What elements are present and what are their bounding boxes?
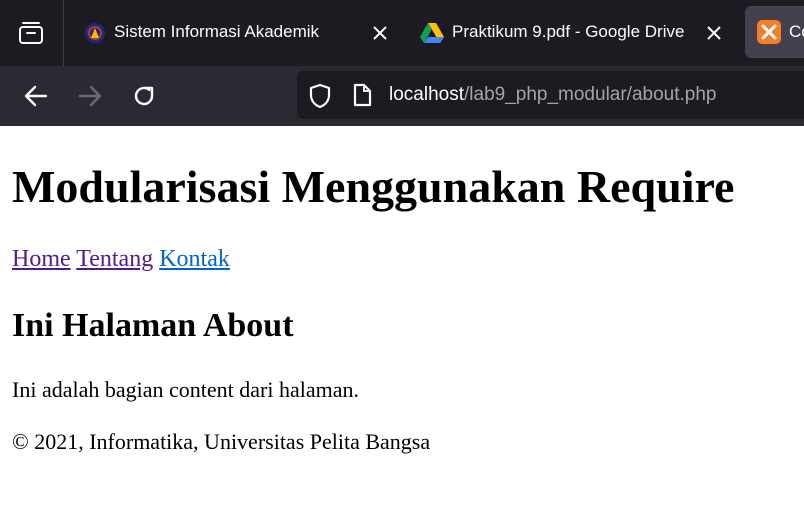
tab-praktikum-pdf[interactable]: Praktikum 9.pdf - Google Drive <box>400 0 730 66</box>
tab-close-button[interactable] <box>366 0 394 66</box>
close-icon <box>707 26 721 40</box>
section-heading: Ini Halaman About <box>12 307 294 344</box>
tab-sistem-informasi[interactable]: Sistem Informasi Akademik <box>64 0 394 66</box>
content-paragraph: Ini adalah bagian content dari halaman. <box>12 377 359 402</box>
tab-title: Praktikum 9.pdf - Google Drive <box>452 22 685 41</box>
page-heading: Modularisasi Menggunakan Require <box>12 161 735 212</box>
reload-icon <box>134 86 154 106</box>
back-arrow-icon <box>24 85 48 107</box>
tab-title: Co <box>789 22 804 41</box>
url-text[interactable]: localhost/lab9_php_modular/about.php <box>389 84 716 106</box>
close-icon <box>373 26 387 40</box>
forward-button[interactable] <box>72 66 108 126</box>
xampp-icon <box>757 20 781 44</box>
site-nav: Home Tentang Kontak <box>12 247 230 271</box>
nav-link-tentang[interactable]: Tentang <box>76 246 153 272</box>
nav-link-home[interactable]: Home <box>12 246 71 272</box>
url-host: localhost <box>389 84 464 105</box>
tab-active-xampp[interactable]: Co <box>745 6 804 58</box>
footer-text: © 2021, Informatika, Universitas Pelita … <box>12 429 431 454</box>
shield-icon[interactable] <box>308 83 332 109</box>
back-button[interactable] <box>18 66 54 126</box>
tab-list-icon <box>19 22 43 44</box>
firefox-view-button[interactable] <box>0 0 62 66</box>
google-drive-icon <box>420 23 444 43</box>
campus-logo-icon <box>85 23 105 43</box>
reload-button[interactable] <box>126 66 162 126</box>
url-path: /lab9_php_modular/about.php <box>464 84 717 105</box>
tab-title: Sistem Informasi Akademik <box>114 22 320 41</box>
page-icon[interactable] <box>352 83 372 107</box>
forward-arrow-icon <box>78 85 102 107</box>
nav-link-kontak[interactable]: Kontak <box>159 246 230 272</box>
tab-close-button[interactable] <box>700 0 728 66</box>
